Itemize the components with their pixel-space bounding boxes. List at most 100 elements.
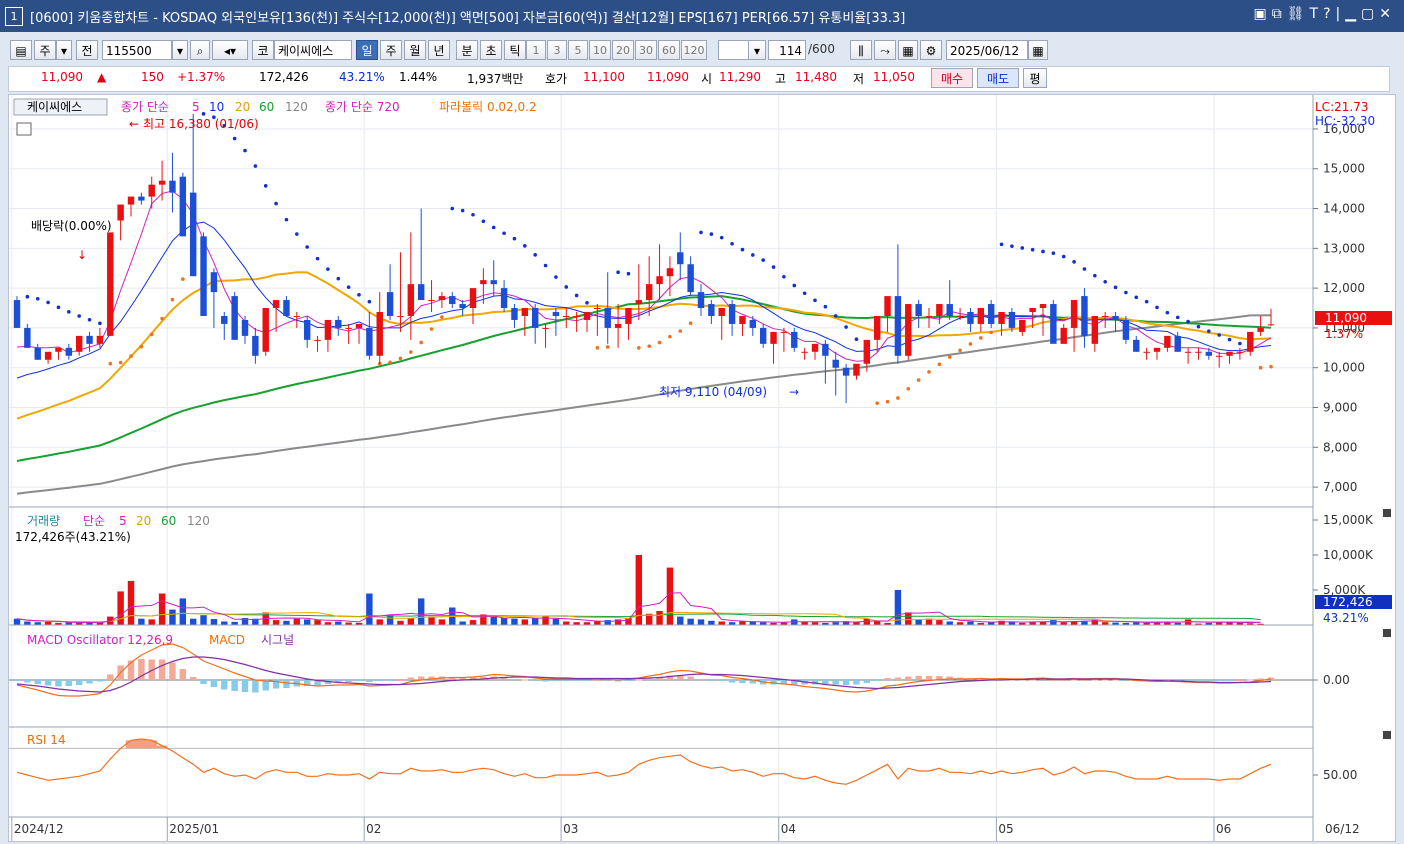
candle-body: [1133, 339, 1140, 352]
help-icon[interactable]: ?: [1323, 6, 1335, 22]
macd-osc-bar: [241, 680, 249, 692]
candle-body: [200, 236, 207, 316]
candle-body: [905, 304, 912, 356]
calendar-icon[interactable]: ▦: [1028, 40, 1048, 60]
window-titlebar[interactable]: 1 [0600] 키움종합차트 - KOSDAQ 외국인보유[136(천)] 주…: [0, 0, 1404, 32]
minute-button-1[interactable]: 1: [526, 40, 546, 60]
ask-price: 11,100: [583, 70, 625, 84]
minimize-icon[interactable]: ▁: [1345, 6, 1361, 22]
search-icon[interactable]: ⌕: [190, 40, 210, 60]
minute-button-120[interactable]: 120: [681, 40, 707, 60]
tab-period-6[interactable]: 틱: [504, 40, 526, 60]
candle-body: [915, 304, 922, 316]
candle-body: [335, 319, 342, 328]
candle-body: [490, 280, 497, 285]
count-input[interactable]: 114: [768, 40, 806, 60]
indicator-icon[interactable]: ⤳: [874, 40, 896, 60]
volume-bar: [272, 620, 280, 625]
font-icon[interactable]: T: [1310, 6, 1324, 22]
psar-dot: [989, 330, 993, 335]
period-select[interactable]: 주: [34, 40, 56, 60]
window-controls[interactable]: ▣⧉⛓T?|▁▢✕: [1254, 6, 1396, 22]
volume-legend-name: 거래량: [27, 514, 60, 528]
candle-body: [1164, 335, 1171, 348]
print-icon[interactable]: ▣: [1254, 6, 1272, 22]
eval-button[interactable]: 평: [1023, 68, 1047, 88]
minute-button-30[interactable]: 30: [635, 40, 657, 60]
volume-bar: [511, 618, 518, 625]
copy-icon[interactable]: ⧉: [1272, 6, 1287, 22]
volume-bar: [428, 616, 435, 625]
volume-bar: [376, 619, 383, 625]
gear-icon[interactable]: ⚙: [920, 40, 942, 60]
macd-osc-bar: [1226, 680, 1233, 681]
macd-osc-bar: [210, 680, 218, 687]
psar-dot: [999, 242, 1004, 247]
psar-dot: [232, 136, 237, 141]
code-dropdown-icon[interactable]: ▾: [172, 40, 188, 60]
price-change: 150: [141, 70, 164, 84]
rsi-pane[interactable]: [9, 738, 1313, 785]
ma10-label: 10: [209, 100, 224, 114]
price-pane[interactable]: [13, 112, 1275, 495]
date-input[interactable]: 2025/06/12: [946, 40, 1028, 60]
code-input[interactable]: 115500: [102, 40, 172, 60]
close-icon[interactable]: ✕: [1379, 6, 1396, 22]
chart-area[interactable]: 7,000 8,000 9,000 10,000 11,000 12,000 13,000 1…: [8, 94, 1396, 842]
stock-name-field[interactable]: 케이씨에스: [274, 40, 352, 60]
candle-body: [345, 327, 352, 329]
tab-period-4[interactable]: 분: [456, 40, 478, 60]
buy-button[interactable]: 매수: [931, 68, 973, 88]
volume-bar: [24, 621, 31, 625]
chart-svg[interactable]: 7,0008,0009,00010,00011,00012,00013,0001…: [9, 95, 1395, 841]
candle-body: [687, 264, 694, 293]
psar-dot: [253, 164, 258, 168]
macd-pane[interactable]: [9, 643, 1313, 697]
minute-button-20[interactable]: 20: [612, 40, 634, 60]
rsi-tick-label: 50.00: [1323, 768, 1357, 782]
macd-osc-bar: [386, 680, 394, 681]
sell-button[interactable]: 매도: [977, 68, 1019, 88]
psar-dot: [1020, 246, 1025, 250]
candle-body: [697, 292, 705, 309]
candle-body: [1112, 315, 1119, 320]
tab-period-0[interactable]: 일: [356, 40, 378, 60]
prev-button[interactable]: 전: [76, 40, 98, 60]
candle-body: [770, 331, 777, 344]
macd-osc-bar: [376, 680, 383, 681]
tab-period-5[interactable]: 초: [480, 40, 502, 60]
save-icon[interactable]: ▦: [898, 40, 918, 60]
candle-body: [417, 284, 425, 301]
psar-dot: [1258, 365, 1263, 370]
volume-bar: [469, 620, 477, 625]
candle-icon[interactable]: ⫼: [850, 40, 872, 60]
tab-period-1[interactable]: 주: [380, 40, 402, 60]
blank-dropdown-icon[interactable]: ▾: [748, 40, 766, 60]
high-annotation: 최고 16,380 (01/06): [143, 117, 259, 131]
tab-period-2[interactable]: 월: [404, 40, 426, 60]
psar-dot: [129, 354, 133, 359]
candle-body: [469, 288, 477, 309]
macd-osc-bar: [915, 676, 922, 680]
volume-pane[interactable]: [13, 555, 1264, 625]
link-icon[interactable]: ⛓: [1287, 6, 1310, 22]
x-tick-label: 02: [366, 822, 381, 836]
candle-body: [1257, 327, 1264, 332]
chevron-down-icon[interactable]: ▾: [56, 40, 72, 60]
minute-button-5[interactable]: 5: [568, 40, 588, 60]
table-icon[interactable]: [16, 122, 32, 136]
high-label: 고: [775, 72, 787, 86]
minute-button-3[interactable]: 3: [547, 40, 567, 60]
price-legend-ma: 종가 단순: [121, 100, 169, 114]
restore-icon[interactable]: ▢: [1361, 6, 1379, 22]
minute-button-10[interactable]: 10: [589, 40, 611, 60]
low-annotation: 최저 9,110 (04/09): [659, 385, 767, 399]
minute-button-60[interactable]: 60: [658, 40, 680, 60]
chart-menu-icon[interactable]: ▤: [10, 40, 32, 60]
tab-period-3[interactable]: 년: [428, 40, 450, 60]
macd-osc-bar: [697, 679, 705, 680]
volume-bar: [635, 555, 643, 625]
sound-icon[interactable]: ◂▾: [212, 40, 248, 60]
macd-osc-bar: [718, 680, 725, 681]
candle-body: [221, 315, 228, 324]
